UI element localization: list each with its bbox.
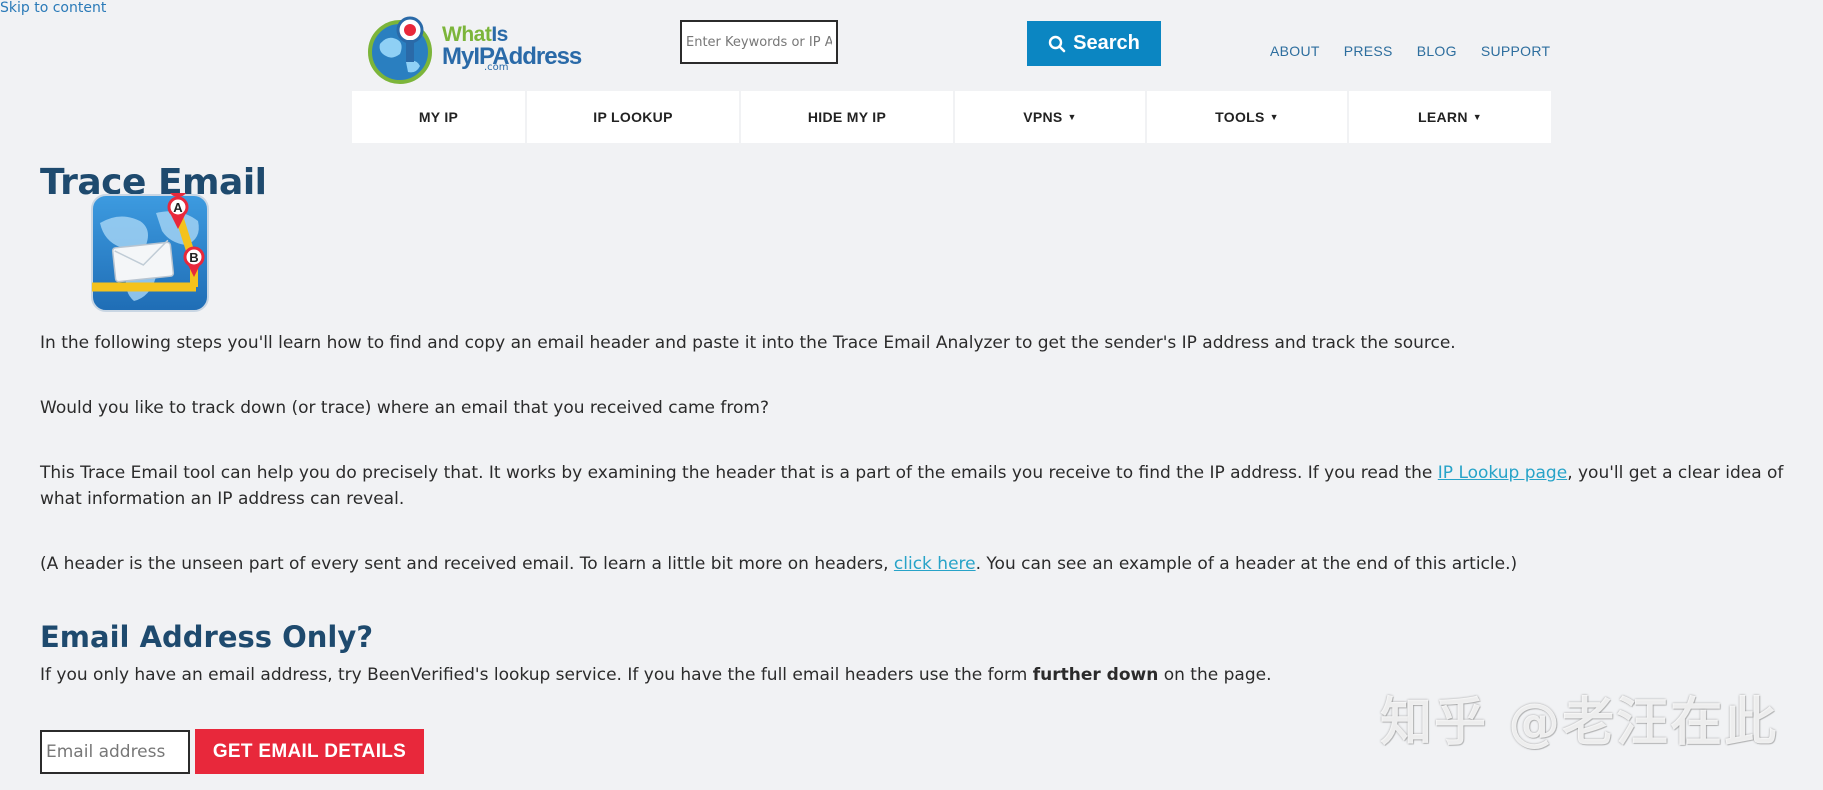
caret-down-icon: ▼	[1067, 112, 1077, 122]
header-explanation-text: (A header is the unseen part of every se…	[40, 554, 894, 574]
search-icon	[1048, 35, 1066, 52]
header-explanation-paragraph: (A header is the unseen part of every se…	[40, 551, 1800, 577]
nav-item-learn[interactable]: LEARN ▼	[1349, 91, 1551, 143]
email-address-only-heading: Email Address Only?	[40, 620, 374, 654]
pin-label-b: B	[189, 250, 198, 265]
skip-to-content-link[interactable]: Skip to content	[0, 0, 106, 16]
nav-label: VPNS	[1023, 109, 1063, 125]
email-only-text: If you only have an email address, try B…	[40, 665, 1033, 685]
nav-item-tools[interactable]: TOOLS ▼	[1147, 91, 1347, 143]
about-link[interactable]: ABOUT	[1270, 43, 1320, 59]
globe-logo-icon	[368, 16, 432, 84]
get-email-details-button[interactable]: GET EMAIL DETAILS	[195, 729, 424, 774]
tool-description-paragraph: This Trace Email tool can help you do pr…	[40, 460, 1800, 512]
header-search-button[interactable]: Search	[1027, 21, 1161, 66]
support-link[interactable]: SUPPORT	[1481, 43, 1551, 59]
nav-label: LEARN	[1418, 109, 1468, 125]
nav-item-ip-lookup[interactable]: IP LOOKUP	[527, 91, 739, 143]
email-address-input[interactable]	[40, 730, 190, 774]
header-search-input[interactable]	[680, 20, 838, 64]
logo-text-tld: .com	[484, 62, 509, 73]
main-nav: MY IP IP LOOKUP HIDE MY IP VPNS ▼ TOOLS ▼ …	[352, 91, 1551, 143]
caret-down-icon: ▼	[1269, 112, 1279, 122]
logo-text-main: MyIPAddress	[442, 43, 582, 70]
search-button-label: Search	[1073, 32, 1140, 54]
utility-nav: ABOUT PRESS BLOG SUPPORT	[1270, 43, 1550, 59]
trace-email-map-icon: A B	[91, 193, 209, 312]
site-logo[interactable]: WhatIs MyIPAddress .com	[366, 14, 582, 86]
blog-link[interactable]: BLOG	[1417, 43, 1457, 59]
header-explanation-text-end: . You can see an example of a header at …	[975, 554, 1518, 574]
pin-label-a: A	[173, 200, 183, 215]
nav-label: IP LOOKUP	[593, 109, 673, 125]
email-only-text-end: on the page.	[1158, 665, 1272, 685]
question-text: Would you like to track down (or trace) …	[40, 398, 769, 418]
nav-item-my-ip[interactable]: MY IP	[352, 91, 525, 143]
ip-lookup-page-link[interactable]: IP Lookup page	[1438, 463, 1567, 483]
question-paragraph: Would you like to track down (or trace) …	[40, 395, 1800, 421]
nav-item-hide-my-ip[interactable]: HIDE MY IP	[741, 91, 953, 143]
nav-label: HIDE MY IP	[807, 109, 887, 125]
nav-item-vpns[interactable]: VPNS ▼	[955, 91, 1145, 143]
watermark-text: 知乎 @老汪在此	[1380, 693, 1779, 753]
tool-description-text: This Trace Email tool can help you do pr…	[40, 463, 1438, 483]
intro-paragraph: In the following steps you'll learn how …	[40, 330, 1800, 356]
press-link[interactable]: PRESS	[1344, 43, 1393, 59]
click-here-link[interactable]: click here	[894, 554, 976, 574]
further-down-bold: further down	[1032, 665, 1159, 685]
nav-label: TOOLS	[1215, 109, 1265, 125]
caret-down-icon: ▼	[1472, 112, 1482, 122]
nav-label: MY IP	[418, 109, 459, 125]
intro-text: In the following steps you'll learn how …	[40, 333, 1456, 353]
